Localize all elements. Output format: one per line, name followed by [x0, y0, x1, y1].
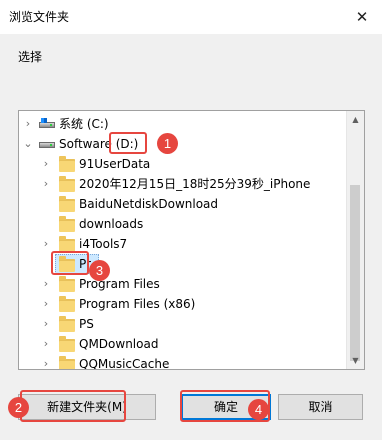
tree-item-label: QMDownload	[79, 337, 159, 351]
drive-icon	[39, 136, 55, 152]
tree-item-label: downloads	[79, 217, 144, 231]
expand-icon[interactable]: ›	[39, 174, 53, 194]
scroll-up-icon[interactable]: ▲	[347, 111, 364, 128]
vertical-scrollbar[interactable]: ▲ ▼	[346, 111, 364, 369]
tree-item-system-drive[interactable]: › 系统 (C:)	[19, 114, 347, 134]
tree-item-program-files[interactable]: › Program Files	[19, 274, 347, 294]
folder-icon	[59, 156, 75, 172]
tree-item-baidunetdiskdownload[interactable]: BaiduNetdiskDownload	[19, 194, 347, 214]
title-bar: 浏览文件夹 ✕	[0, 0, 382, 34]
annotation-badge-1: 1	[157, 133, 178, 154]
tree-item-label: 系统 (C:)	[59, 117, 109, 131]
folder-icon	[59, 236, 75, 252]
system-drive-icon	[39, 116, 55, 132]
window-title: 浏览文件夹	[9, 10, 70, 24]
annotation-badge-3: 3	[89, 260, 110, 281]
tree-item-program-files-x86[interactable]: › Program Files (x86)	[19, 294, 347, 314]
close-button[interactable]: ✕	[348, 3, 376, 31]
expand-icon[interactable]: ›	[21, 114, 35, 134]
folder-tree-rows: › 系统 (C:) ⌄ Software (D:) › 91UserData ›…	[19, 111, 347, 369]
scroll-down-icon[interactable]: ▼	[347, 352, 364, 369]
tree-item-91userdata[interactable]: › 91UserData	[19, 154, 347, 174]
folder-tree[interactable]: › 系统 (C:) ⌄ Software (D:) › 91UserData ›…	[18, 110, 365, 370]
expand-icon[interactable]: ›	[39, 334, 53, 354]
tree-item-downloads[interactable]: downloads	[19, 214, 347, 234]
tree-item-iphone-backup[interactable]: › 2020年12月15日_18时25分39秒_iPhone	[19, 174, 347, 194]
folder-icon	[59, 196, 75, 212]
prompt-label: 选择	[18, 50, 43, 64]
expander-placeholder	[39, 214, 53, 234]
cancel-button[interactable]: 取消	[278, 394, 363, 420]
expand-icon[interactable]: ›	[39, 274, 53, 294]
tree-item-label: QQMusicCache	[79, 357, 170, 369]
tree-item-label: BaiduNetdiskDownload	[79, 197, 219, 211]
annotation-highlight-new-folder	[20, 390, 126, 422]
collapse-icon[interactable]: ⌄	[21, 134, 35, 154]
folder-icon	[59, 296, 75, 312]
folder-icon	[59, 276, 75, 292]
annotation-badge-4: 4	[248, 399, 269, 420]
annotation-highlight-pr	[51, 251, 89, 275]
expand-icon[interactable]: ›	[39, 154, 53, 174]
folder-icon	[59, 356, 75, 369]
annotation-highlight-drive	[109, 132, 147, 154]
folder-icon	[59, 216, 75, 232]
expand-icon[interactable]: ›	[39, 354, 53, 369]
tree-item-label: Program Files (x86)	[79, 297, 196, 311]
tree-item-qqmusiccache[interactable]: › QQMusicCache	[19, 354, 347, 369]
folder-icon	[59, 176, 75, 192]
expand-icon[interactable]: ›	[39, 294, 53, 314]
tree-item-label: 2020年12月15日_18时25分39秒_iPhone	[79, 177, 311, 191]
folder-icon	[59, 336, 75, 352]
folder-icon	[59, 316, 75, 332]
scrollbar-thumb[interactable]	[350, 185, 360, 361]
tree-item-qmdownload[interactable]: › QMDownload	[19, 334, 347, 354]
expander-placeholder	[39, 194, 53, 214]
tree-item-ps[interactable]: › PS	[19, 314, 347, 334]
tree-item-label: 91UserData	[79, 157, 151, 171]
expand-icon[interactable]: ›	[39, 314, 53, 334]
annotation-badge-2: 2	[8, 397, 29, 418]
tree-item-software-drive[interactable]: ⌄ Software (D:)	[19, 134, 347, 154]
tree-item-label: PS	[79, 317, 94, 331]
